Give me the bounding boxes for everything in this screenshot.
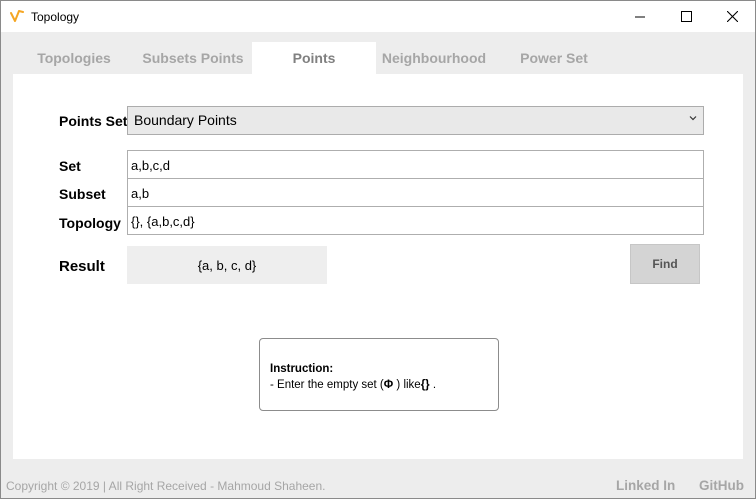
subset-input[interactable]: a,b — [127, 178, 704, 207]
tab-subsets-points[interactable]: Subsets Points — [135, 42, 251, 74]
chevron-down-icon — [689, 116, 697, 121]
set-label: Set — [59, 158, 81, 174]
instruction-text-middle: ) like — [393, 379, 421, 391]
phi-symbol: Φ — [383, 379, 394, 391]
close-button[interactable] — [709, 1, 755, 32]
instruction-text-suffix: . — [429, 379, 437, 391]
points-panel: Points Set Boundary Points Set a,b,c,d S… — [13, 74, 743, 459]
points-set-label: Points Set — [59, 113, 128, 129]
close-icon — [726, 11, 738, 22]
maximize-button[interactable] — [663, 1, 709, 32]
minimize-icon — [635, 16, 645, 17]
maximize-icon — [680, 11, 692, 22]
app-window: Topology Topologies Subsets Points Point… — [0, 0, 756, 499]
instruction-title: Instruction: — [270, 363, 334, 375]
copyright-text: Copyright © 2019 | All Right Received - … — [6, 479, 326, 493]
linkedin-link[interactable]: Linked In — [616, 478, 675, 493]
minimize-button[interactable] — [617, 1, 663, 32]
topology-input[interactable]: {}, {a,b,c,d} — [127, 206, 704, 235]
instruction-box: Instruction: - Enter the empty set (Φ ) … — [259, 338, 499, 411]
footer: Copyright © 2019 | All Right Received - … — [1, 471, 755, 498]
tab-neighbourhood[interactable]: Neighbourhood — [376, 42, 492, 74]
github-link[interactable]: GitHub — [699, 478, 744, 493]
instruction-text-prefix: - Enter the empty set ( — [270, 379, 384, 391]
tab-points[interactable]: Points — [252, 42, 376, 74]
topology-label: Topology — [59, 215, 121, 231]
tab-power-set[interactable]: Power Set — [492, 42, 616, 74]
window-title: Topology — [31, 10, 80, 24]
tab-topologies[interactable]: Topologies — [13, 42, 135, 74]
points-set-dropdown[interactable]: Boundary Points — [127, 106, 704, 135]
app-logo-icon — [10, 9, 24, 23]
title-bar: Topology — [1, 1, 755, 32]
subset-label: Subset — [59, 186, 106, 202]
set-input[interactable]: a,b,c,d — [127, 150, 704, 179]
empty-braces: {} — [420, 379, 430, 391]
find-button[interactable]: Find — [630, 244, 700, 284]
tab-bar: Topologies Subsets Points Points Neighbo… — [1, 32, 755, 74]
result-label: Result — [59, 258, 105, 275]
result-output: {a, b, c, d} — [127, 246, 327, 284]
points-set-selected: Boundary Points — [134, 112, 237, 128]
